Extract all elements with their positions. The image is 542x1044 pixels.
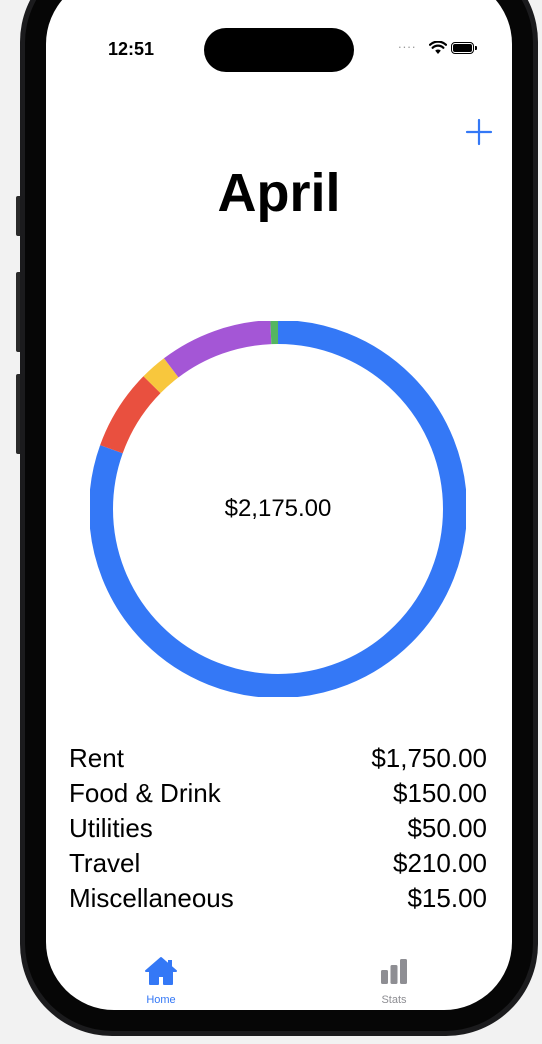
status-time: 12:51 [108,39,155,59]
category-amount: $150.00 [393,778,487,808]
phone-bezel: 12:51 .... April $2,175.00 Rent $1,750.0… [25,0,533,1031]
category-name: Miscellaneous [69,883,234,913]
category-row-miscellaneous: Miscellaneous $15.00 [69,881,487,916]
category-amount: $210.00 [393,848,487,878]
battery-tip [475,46,477,50]
category-row-rent: Rent $1,750.00 [69,741,487,776]
month-title: April [217,163,341,223]
house-icon [145,957,177,985]
category-name: Food & Drink [69,778,221,808]
category-name: Rent [69,743,124,773]
app-screen: 12:51 .... April $2,175.00 Rent $1,750.0… [46,0,512,1010]
phone-body: 12:51 .... April $2,175.00 Rent $1,750.0… [20,0,538,1036]
tab-stats[interactable]: Stats [364,956,424,1006]
category-amount: $1,750.00 [371,743,487,773]
category-name: Travel [69,848,141,878]
dynamic-island [204,28,354,72]
category-amount: $15.00 [407,883,487,913]
tab-bar: Home Stats [46,956,512,1010]
tab-stats-label: Stats [381,994,407,1006]
total-amount: $2,175.00 [224,495,332,522]
battery-level [453,44,472,52]
category-list: Rent $1,750.00 Food & Drink $150.00 Util… [69,741,487,916]
plus-icon[interactable] [464,117,494,147]
tab-home[interactable]: Home [131,956,191,1006]
cellular-signal-icon: .... [398,36,417,51]
device-frame: 12:51 .... April $2,175.00 Rent $1,750.0… [0,0,542,1044]
category-row-utilities: Utilities $50.00 [69,811,487,846]
category-name: Utilities [69,813,153,843]
category-amount: $50.00 [407,813,487,843]
wifi-icon [429,41,447,54]
bar-chart-icon [381,959,407,984]
category-row-food-drink: Food & Drink $150.00 [69,776,487,811]
battery-icon [451,42,474,54]
category-row-travel: Travel $210.00 [69,846,487,881]
tab-home-label: Home [146,994,176,1006]
